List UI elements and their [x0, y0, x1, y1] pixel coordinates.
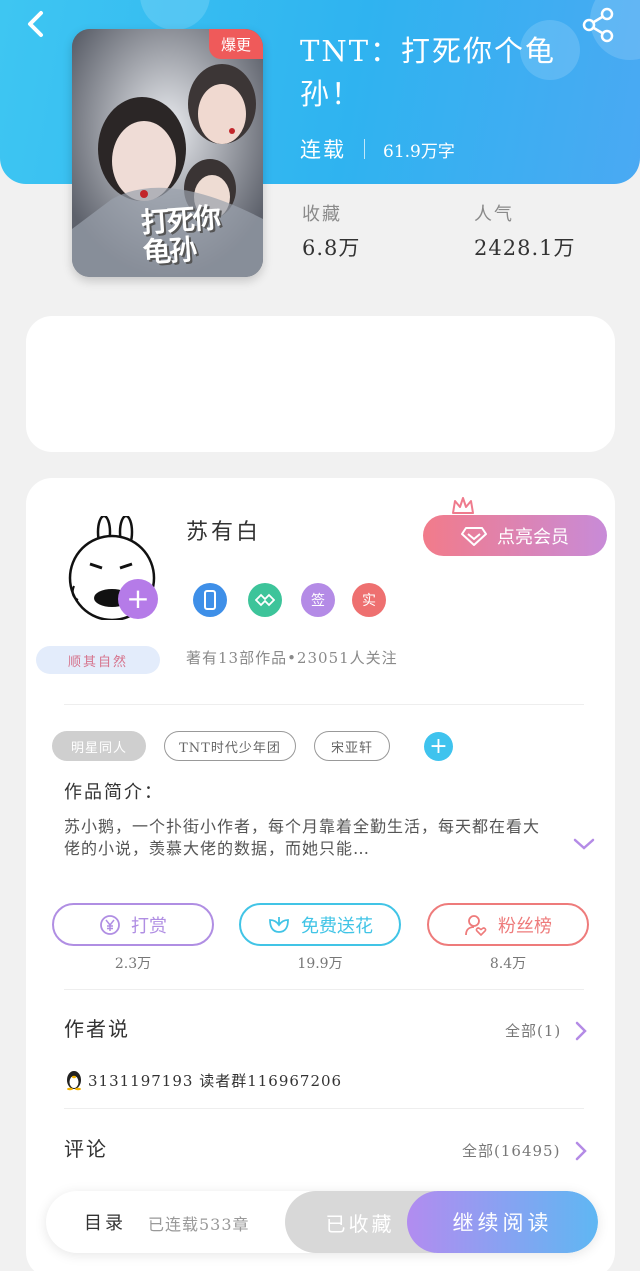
book-cover[interactable]: 打死你 龟孙 爆更: [72, 29, 263, 277]
author-stats: 著有13部作品•23051人关注: [186, 649, 398, 667]
serial-status: 连载: [300, 138, 346, 162]
fan-rank-button[interactable]: 粉丝榜: [427, 903, 589, 946]
vip-button-label: 点亮会员: [497, 526, 569, 548]
word-count: 61.9万字: [383, 141, 455, 162]
handshake-badge-icon[interactable]: [248, 583, 282, 617]
divider: [64, 989, 584, 990]
popularity-value: 2428.1万: [474, 236, 576, 260]
placeholder-card: [26, 316, 615, 452]
reward-button[interactable]: 打赏: [52, 903, 214, 946]
intro-text[interactable]: 苏小鹅，一个扑街小作者，每个月靠着全勤生活，每天都在看大佬的小说，羡慕大佬的数据…: [64, 816, 548, 860]
vip-button[interactable]: 点亮会员: [423, 515, 607, 556]
meta-divider: [364, 139, 365, 159]
chapter-count: 已连载533章: [148, 1215, 250, 1234]
send-flower-label: 免费送花: [301, 915, 373, 937]
flower-icon: [269, 916, 289, 933]
reward-label: 打赏: [131, 915, 167, 937]
yen-icon: [100, 914, 120, 935]
popularity-label: 人气: [474, 204, 514, 225]
flower-count: 19.9万: [297, 956, 343, 972]
toc-button[interactable]: 目录: [84, 1209, 126, 1235]
divider: [64, 1108, 584, 1109]
tag-chip[interactable]: 明星同人: [52, 731, 146, 761]
chevron-down-icon[interactable]: [573, 836, 595, 852]
author-mood-tag: 顺其自然: [36, 646, 160, 674]
user-heart-icon: [465, 914, 487, 936]
author-says-title: 作者说: [64, 1017, 130, 1041]
add-tag-icon[interactable]: +: [424, 732, 453, 761]
hot-update-badge: 爆更: [209, 29, 263, 59]
tag-chip[interactable]: TNT时代少年团: [164, 731, 296, 761]
author-says-all-link[interactable]: 全部(1): [505, 1020, 561, 1041]
intro-label: 作品简介：: [64, 782, 164, 803]
signed-badge-icon[interactable]: 签: [301, 583, 335, 617]
author-name[interactable]: 苏有白: [186, 514, 261, 546]
chevron-right-icon[interactable]: [575, 1141, 587, 1161]
verified-badge-icon[interactable]: 实: [352, 583, 386, 617]
tag-chip[interactable]: 宋亚轩: [314, 731, 390, 761]
send-flower-button[interactable]: 免费送花: [239, 903, 401, 946]
favorites-label: 收藏: [302, 204, 342, 225]
fan-rank-label: 粉丝榜: [498, 915, 552, 937]
cover-title-art: 打死你 龟孙: [139, 201, 221, 270]
penguin-icon: [67, 1071, 81, 1091]
comments-title: 评论: [64, 1137, 108, 1161]
author-note-text: 3131197193 读者群116967206: [88, 1071, 343, 1090]
comments-all-link[interactable]: 全部(16495): [462, 1140, 560, 1161]
decor-bubble: [140, 0, 210, 30]
chevron-right-icon[interactable]: [575, 1021, 587, 1041]
divider: [64, 704, 584, 705]
book-meta: 连载 61.9万字: [300, 134, 455, 164]
continue-reading-button[interactable]: 继续阅读: [407, 1191, 598, 1253]
favorites-value: 6.8万: [302, 236, 361, 260]
bottom-action-bar: 目录 已连载533章 已收藏 继续阅读: [46, 1191, 598, 1253]
reward-count: 2.3万: [114, 956, 152, 972]
author-note: 3131197193 读者群116967206: [64, 1069, 342, 1091]
back-icon[interactable]: [20, 8, 54, 42]
book-title: TNT：打死你个龟孙！: [300, 34, 557, 111]
phone-badge-icon[interactable]: [193, 583, 227, 617]
follow-plus-icon[interactable]: +: [118, 579, 158, 619]
fan-count: 8.4万: [489, 956, 527, 972]
crown-icon: [452, 497, 474, 514]
diamond-icon: [461, 526, 487, 546]
